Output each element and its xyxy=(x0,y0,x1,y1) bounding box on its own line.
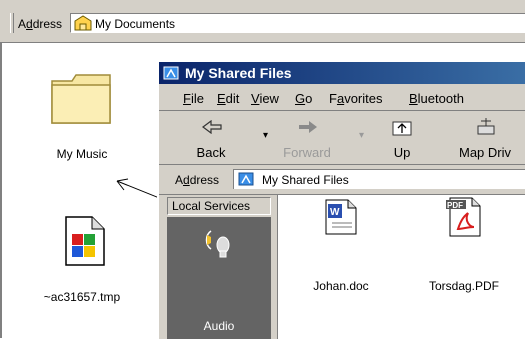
torsdag-pdf-file[interactable]: PDF xyxy=(446,197,482,237)
standard-toolbar: Back ▾ Forward ▾ Up Map Driv xyxy=(159,114,525,165)
local-services-pane: Local Services Audio xyxy=(159,195,278,339)
map-drive-icon xyxy=(475,118,497,139)
inner-address-field[interactable]: My Shared Files xyxy=(233,169,525,189)
back-dropdown-icon[interactable]: ▾ xyxy=(263,130,268,141)
word-document-icon: W xyxy=(324,199,358,238)
my-shared-files-window: My Shared Files File Edit View Go Favori… xyxy=(157,62,525,339)
forward-dropdown-icon[interactable]: ▾ xyxy=(359,130,364,141)
back-button[interactable]: Back xyxy=(187,116,235,162)
menu-go[interactable]: Go xyxy=(295,91,312,106)
up-folder-icon xyxy=(392,118,412,139)
title-bar[interactable]: My Shared Files xyxy=(159,62,525,84)
johan-doc-file[interactable]: W xyxy=(324,199,358,235)
folder-content: Local Services Audio W Johan.doc PDF Tor… xyxy=(159,194,525,339)
svg-text:PDF: PDF xyxy=(447,201,463,210)
address-label: Address xyxy=(175,173,220,187)
pdf-document-icon: PDF xyxy=(446,197,482,240)
window-title: My Shared Files xyxy=(185,65,292,81)
torsdag-pdf-label: Torsdag.PDF xyxy=(428,279,500,293)
menu-view[interactable]: View xyxy=(251,91,279,106)
audio-label: Audio xyxy=(203,319,235,333)
menu-bar: File Edit View Go Favorites Bluetooth xyxy=(159,86,525,111)
up-button[interactable]: Up xyxy=(383,116,421,162)
headset-icon xyxy=(203,225,235,262)
inner-address-text: My Shared Files xyxy=(262,173,349,187)
forward-button[interactable]: Forward xyxy=(279,116,335,162)
menu-favorites[interactable]: Favorites xyxy=(329,91,382,106)
johan-doc-label: Johan.doc xyxy=(313,279,369,293)
menu-file[interactable]: File xyxy=(183,91,204,106)
inner-address-bar: Address My Shared Files xyxy=(159,168,525,190)
shared-folder-icon xyxy=(238,171,254,190)
map-drive-button[interactable]: Map Driv xyxy=(451,116,525,162)
shared-folder-icon xyxy=(163,65,179,84)
menu-bluetooth[interactable]: Bluetooth xyxy=(409,91,464,106)
back-arrow-icon xyxy=(201,119,223,137)
svg-text:W: W xyxy=(330,207,340,218)
forward-arrow-icon xyxy=(297,120,319,137)
audio-service-tile[interactable]: Audio xyxy=(167,217,271,339)
local-services-header[interactable]: Local Services xyxy=(167,197,271,215)
menu-edit[interactable]: Edit xyxy=(217,91,239,106)
